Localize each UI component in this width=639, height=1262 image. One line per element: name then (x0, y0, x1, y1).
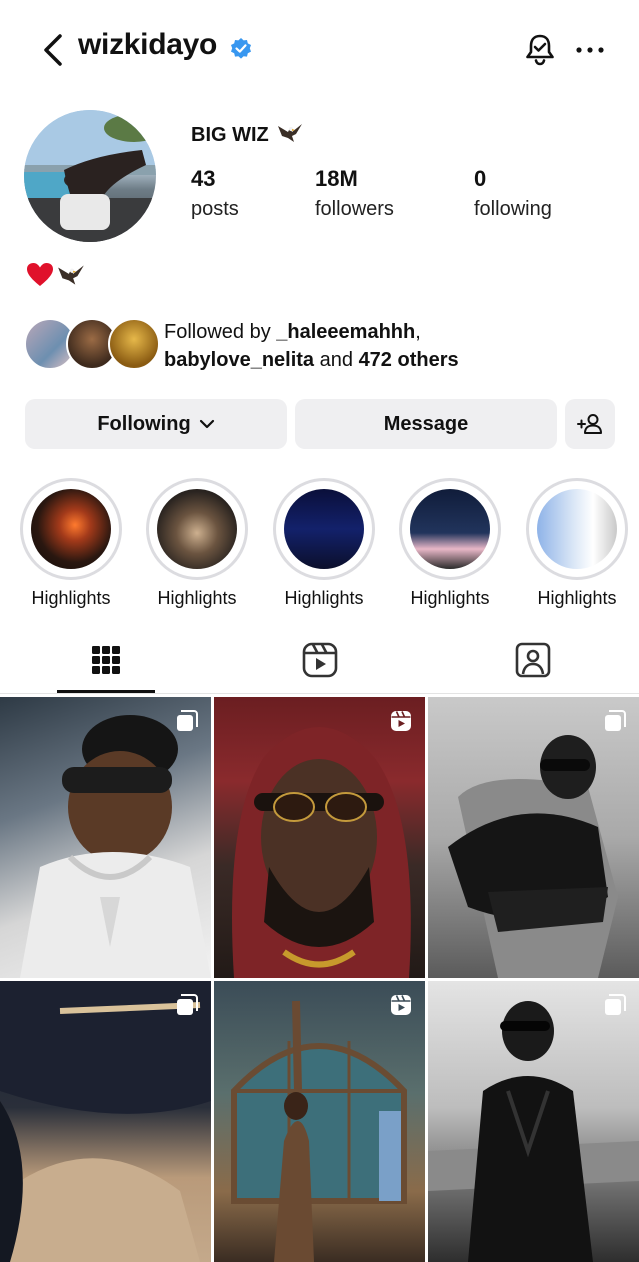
highlight-label: Highlights (537, 588, 617, 608)
add-person-icon (577, 414, 602, 434)
highlight-5[interactable]: Highlights (522, 478, 632, 609)
following-button-label: Following (97, 412, 191, 435)
verified-badge-icon (231, 38, 251, 59)
reels-icon[interactable] (300, 640, 340, 680)
follower-avatar-3 (108, 318, 160, 370)
highlight-label: Highlights (157, 588, 237, 608)
highlight-thumbnail (157, 489, 237, 569)
back-arrow-icon[interactable] (38, 32, 70, 68)
profile-username: wizkidayo (78, 28, 218, 61)
followed-by-prefix: Followed by (164, 321, 271, 343)
grid-icon[interactable] (86, 640, 126, 680)
post-tile[interactable] (0, 697, 211, 978)
post-tile[interactable] (428, 697, 639, 978)
highlight-thumbnail (31, 489, 111, 569)
highlight-label: Highlights (410, 588, 490, 608)
highlight-2[interactable]: Highlights (142, 478, 252, 609)
bio (24, 258, 94, 292)
followed-by-separator: , (415, 321, 421, 343)
followed-by-section[interactable]: Followed by _haleeemahhh, babylove_nelit… (24, 318, 624, 374)
highlight-1[interactable]: Highlights (16, 478, 126, 609)
notification-bell-icon[interactable] (522, 32, 558, 68)
carousel-icon (605, 710, 626, 731)
highlight-label: Highlights (284, 588, 364, 608)
post-tile[interactable] (214, 981, 425, 1262)
red-heart-emoji-icon (27, 263, 53, 286)
highlight-thumbnail (284, 489, 364, 569)
chevron-down-icon (199, 419, 214, 429)
message-button-label: Message (383, 412, 469, 435)
message-button[interactable]: Message (295, 399, 557, 449)
posts-count: 43 (191, 166, 216, 191)
posts-label: posts (191, 198, 239, 220)
carousel-icon (177, 994, 198, 1015)
followers-label: followers (315, 198, 394, 220)
highlight-thumbnail (537, 489, 617, 569)
post-tile[interactable] (428, 981, 639, 1262)
profile-header: wizkidayo (0, 0, 639, 100)
carousel-icon (605, 994, 626, 1015)
followed-by-user-2[interactable]: babylove_nelita (164, 349, 314, 371)
followed-by-user-1[interactable]: _haleeemahhh (276, 321, 415, 343)
following-label: following (474, 198, 552, 220)
following-count: 0 (474, 166, 487, 191)
posts-stat[interactable]: 43 posts (191, 166, 239, 221)
followers-count: 18M (315, 166, 358, 191)
display-name: BIG WIZ (191, 122, 304, 147)
post-tile[interactable] (0, 981, 211, 1262)
following-stat[interactable]: 0 following (474, 166, 552, 221)
profile-avatar[interactable] (24, 110, 156, 242)
highlight-4[interactable]: Highlights (395, 478, 505, 609)
followers-stat[interactable]: 18M followers (315, 166, 394, 221)
followed-by-others[interactable]: 472 others (359, 349, 459, 371)
following-button[interactable]: Following (25, 399, 287, 449)
highlight-label: Highlights (31, 588, 111, 608)
suggest-accounts-button[interactable] (565, 399, 615, 449)
tagged-icon[interactable] (513, 640, 553, 680)
highlight-3[interactable]: Highlights (269, 478, 379, 609)
eagle-emoji-icon (58, 265, 84, 285)
highlight-thumbnail (410, 489, 490, 569)
display-name-text: BIG WIZ (191, 124, 269, 146)
reels-icon (391, 711, 411, 731)
more-options-icon[interactable] (574, 34, 606, 66)
followed-by-text: Followed by _haleeemahhh, babylove_nelit… (164, 318, 459, 374)
carousel-icon (177, 710, 198, 731)
post-tile[interactable] (214, 697, 425, 978)
followed-by-and: and (319, 349, 353, 371)
reels-icon (391, 995, 411, 1015)
tab-divider (0, 693, 639, 694)
eagle-emoji-icon (278, 124, 303, 142)
